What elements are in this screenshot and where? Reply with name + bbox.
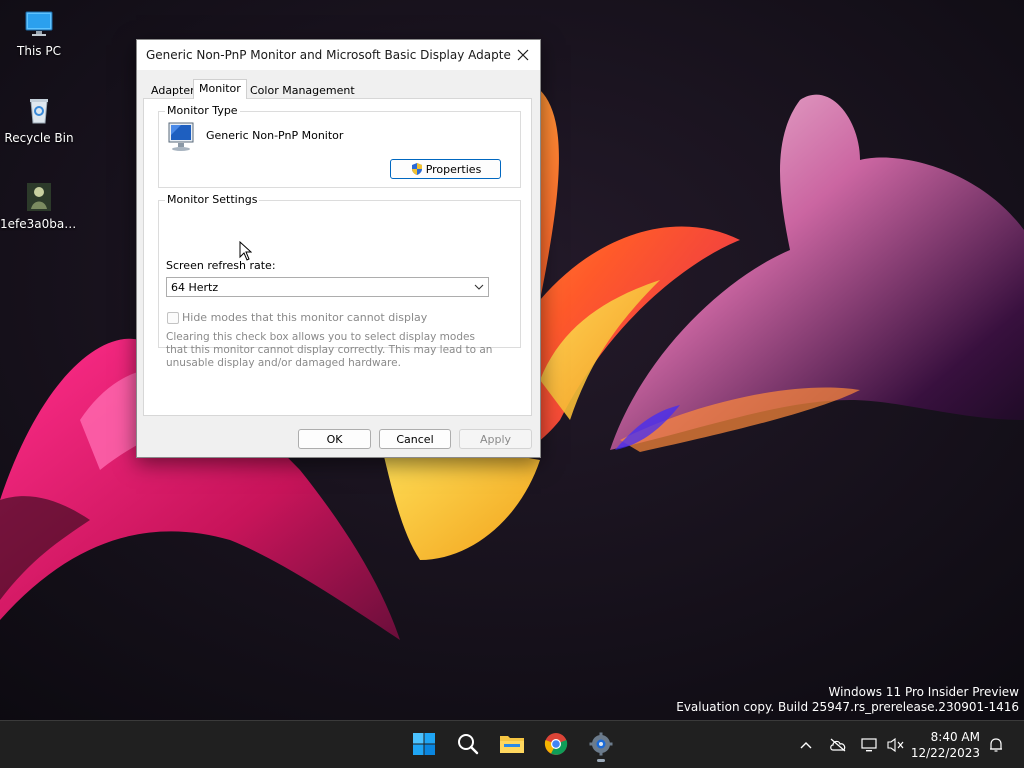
desktop-icon-label: 1efe3a0bae...: [0, 217, 78, 231]
dialog-tabs: Adapter Monitor Color Management: [145, 79, 535, 99]
monitor-tab-panel: Monitor Type Generic Non-PnP Monitor Pro…: [143, 98, 532, 416]
hide-modes-checkbox[interactable]: [167, 312, 179, 324]
refresh-rate-select[interactable]: 64 Hertz: [166, 277, 489, 297]
monitor-settings-legend: Monitor Settings: [165, 193, 260, 206]
show-hidden-icons-button[interactable]: [796, 735, 816, 755]
monitor-name: Generic Non-PnP Monitor: [206, 129, 344, 142]
taskbar: 8:40 AM 12/22/2023: [0, 720, 1024, 768]
monitor-icon: [167, 121, 195, 156]
watermark-line-edition: Windows 11 Pro Insider Preview: [828, 685, 1019, 699]
dialog-titlebar[interactable]: Generic Non-PnP Monitor and Microsoft Ba…: [137, 40, 540, 70]
desktop-icon-recycle-bin[interactable]: Recycle Bin: [0, 95, 78, 145]
apply-button[interactable]: Apply: [459, 429, 532, 449]
taskbar-settings[interactable]: [587, 730, 615, 762]
running-indicator: [597, 759, 605, 762]
monitor-type-legend: Monitor Type: [165, 104, 240, 117]
clock-date: 12/22/2023: [910, 746, 980, 760]
taskbar-clock[interactable]: 8:40 AM 12/22/2023: [911, 729, 980, 761]
taskbar-search-button[interactable]: [454, 730, 482, 758]
cancel-button[interactable]: Cancel: [379, 429, 451, 449]
network-icon: [861, 738, 877, 752]
hide-modes-label[interactable]: Hide modes that this monitor cannot disp…: [182, 311, 427, 324]
refresh-rate-value: 64 Hertz: [171, 281, 219, 294]
tab-monitor[interactable]: Monitor: [193, 79, 247, 99]
watermark-line-build: Evaluation copy. Build 25947.rs_prerelea…: [676, 700, 1019, 714]
desktop-icon-label: Recycle Bin: [4, 131, 74, 145]
close-icon: [517, 49, 529, 61]
shield-icon: [411, 163, 422, 175]
chrome-icon: [544, 733, 568, 755]
bell-icon: [990, 738, 1002, 752]
refresh-rate-label: Screen refresh rate:: [166, 259, 276, 272]
taskbar-file-explorer[interactable]: [498, 730, 526, 758]
windows-watermark: Windows 11 Pro Insider Preview Evaluatio…: [676, 685, 1019, 715]
dialog-title: Generic Non-PnP Monitor and Microsoft Ba…: [146, 48, 511, 62]
start-button[interactable]: [410, 730, 438, 758]
mouse-pointer-icon: [239, 240, 253, 264]
chevron-up-icon: [800, 742, 812, 749]
search-icon: [458, 734, 479, 755]
recycle-bin-icon: [23, 95, 55, 127]
monitor-type-group: Monitor Type Generic Non-PnP Monitor Pro…: [158, 104, 521, 188]
desktop-icon-this-pc[interactable]: This PC: [0, 8, 78, 58]
display-properties-dialog: Generic Non-PnP Monitor and Microsoft Ba…: [136, 39, 541, 458]
notifications-button[interactable]: [986, 735, 1006, 755]
close-button[interactable]: [510, 42, 536, 68]
network-tray-button[interactable]: [860, 735, 880, 755]
image-file-icon: [23, 181, 55, 213]
desktop-icon-file[interactable]: 1efe3a0bae...: [0, 181, 78, 231]
chevron-down-icon: [474, 284, 484, 290]
onedrive-tray-button[interactable]: [828, 735, 848, 755]
tab-color-management[interactable]: Color Management: [244, 81, 361, 98]
volume-tray-button[interactable]: [886, 735, 906, 755]
speaker-muted-icon: [887, 737, 904, 753]
windows-logo-icon: [413, 733, 435, 755]
computer-icon: [23, 8, 55, 40]
monitor-settings-group: Monitor Settings: [158, 193, 521, 348]
ok-button[interactable]: OK: [298, 429, 371, 449]
folder-icon: [500, 736, 524, 753]
properties-button-label: Properties: [425, 162, 482, 176]
clock-time: 8:40 AM: [930, 730, 980, 744]
settings-icon: [589, 732, 613, 756]
warning-text: Clearing this check box allows you to se…: [166, 331, 493, 369]
properties-button[interactable]: Properties: [390, 159, 501, 179]
desktop-icon-label: This PC: [17, 44, 61, 58]
taskbar-chrome[interactable]: [542, 730, 570, 758]
cloud-offline-icon: [830, 738, 846, 752]
